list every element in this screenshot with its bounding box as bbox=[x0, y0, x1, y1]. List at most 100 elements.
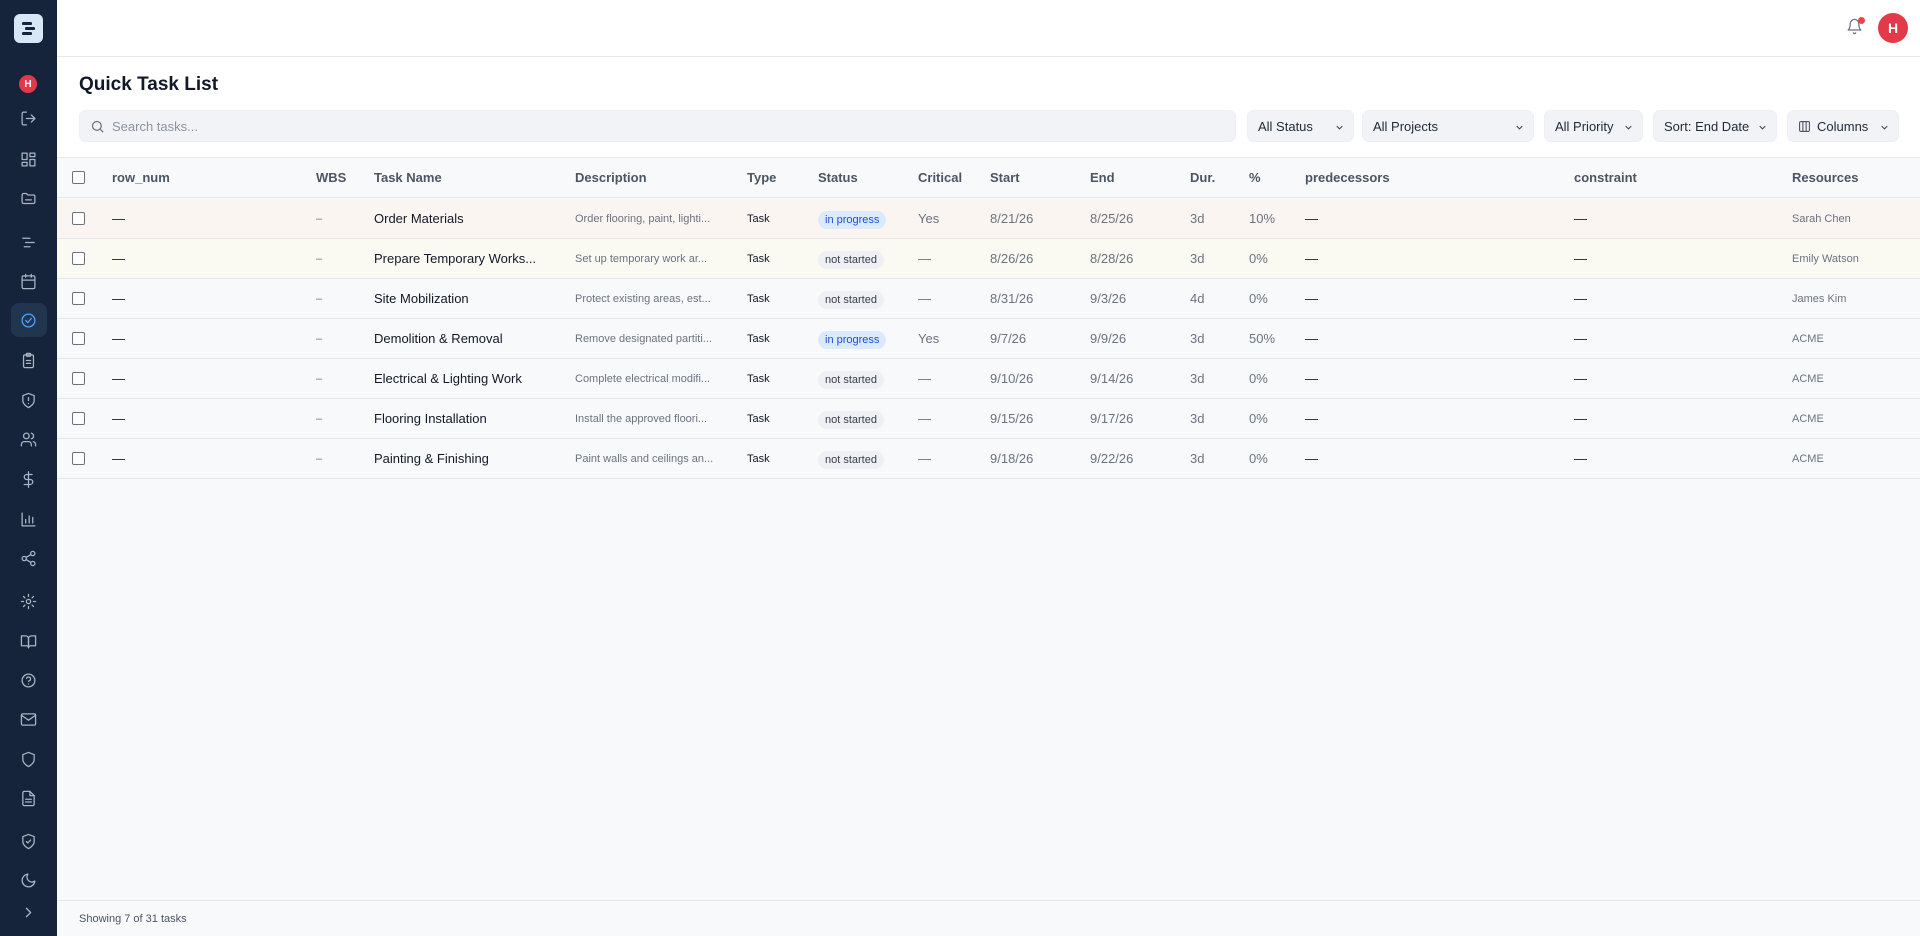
status-badge: in progress bbox=[818, 210, 887, 229]
chevron-right-icon[interactable] bbox=[17, 901, 39, 923]
share-icon[interactable] bbox=[17, 547, 39, 569]
shield-outline-icon[interactable] bbox=[17, 748, 39, 770]
column-header-row-num[interactable]: row_num bbox=[112, 158, 170, 198]
row-checkbox[interactable] bbox=[72, 452, 85, 465]
shield-icon[interactable] bbox=[17, 389, 39, 411]
column-header-task-name[interactable]: Task Name bbox=[374, 158, 442, 198]
sidebar: H bbox=[0, 0, 57, 936]
cell-status[interactable]: in progress bbox=[818, 319, 913, 359]
calendar-icon[interactable] bbox=[17, 270, 39, 292]
cell-status[interactable]: not started bbox=[818, 439, 913, 479]
users-icon[interactable] bbox=[17, 428, 39, 450]
cell-description: Install the approved floori... bbox=[575, 413, 708, 425]
column-header-predecessors[interactable]: predecessors bbox=[1305, 158, 1390, 198]
row-checkbox[interactable] bbox=[72, 252, 85, 265]
columns-button[interactable]: Columns bbox=[1787, 110, 1899, 142]
cell-task-name[interactable]: Site Mobilization bbox=[374, 279, 564, 319]
row-checkbox[interactable] bbox=[72, 332, 85, 345]
tasks-icon[interactable] bbox=[17, 309, 39, 331]
column-header-type[interactable]: Type bbox=[747, 158, 776, 198]
table-row[interactable]: — – Electrical & Lighting Work Complete … bbox=[57, 359, 1920, 399]
column-header-duration[interactable]: Dur. bbox=[1190, 158, 1215, 198]
cell-description: Complete electrical modifi... bbox=[575, 373, 711, 385]
table-row[interactable]: — – Flooring Installation Install the ap… bbox=[57, 399, 1920, 439]
projects-filter-dropdown[interactable]: All Projects bbox=[1362, 110, 1534, 142]
app-logo[interactable] bbox=[14, 14, 43, 43]
cell-duration: 3d bbox=[1190, 451, 1205, 466]
table-row[interactable]: — – Painting & Finishing Paint walls and… bbox=[57, 439, 1920, 479]
status-filter-dropdown[interactable]: All Status bbox=[1247, 110, 1354, 142]
moon-icon[interactable] bbox=[17, 869, 39, 891]
sidebar-avatar[interactable]: H bbox=[19, 75, 37, 93]
table-row[interactable]: — – Demolition & Removal Remove designat… bbox=[57, 319, 1920, 359]
cell-task-name[interactable]: Painting & Finishing bbox=[374, 439, 564, 479]
user-avatar[interactable]: H bbox=[1878, 13, 1908, 43]
book-icon[interactable] bbox=[17, 630, 39, 652]
row-checkbox[interactable] bbox=[72, 412, 85, 425]
cell-wbs: – bbox=[316, 333, 323, 345]
priority-filter-dropdown[interactable]: All Priority bbox=[1544, 110, 1643, 142]
cell-description: Set up temporary work ar... bbox=[575, 253, 708, 265]
cell-critical: — bbox=[918, 451, 931, 466]
priority-filter-label: All Priority bbox=[1555, 118, 1614, 134]
document-icon[interactable] bbox=[17, 787, 39, 809]
dollar-icon[interactable] bbox=[17, 468, 39, 490]
cell-status[interactable]: not started bbox=[818, 239, 913, 279]
row-checkbox[interactable] bbox=[72, 292, 85, 305]
cell-description: Order flooring, paint, lighti... bbox=[575, 213, 711, 225]
clipboard-icon[interactable] bbox=[17, 349, 39, 371]
column-header-percent[interactable]: % bbox=[1249, 158, 1261, 198]
folder-icon[interactable] bbox=[17, 187, 39, 209]
column-header-wbs[interactable]: WBS bbox=[316, 158, 346, 198]
chevron-down-icon bbox=[1879, 121, 1890, 132]
cell-percent: 0% bbox=[1249, 291, 1268, 306]
bar-chart-icon[interactable] bbox=[17, 508, 39, 530]
table-row[interactable]: — – Prepare Temporary Works... Set up te… bbox=[57, 239, 1920, 279]
select-all-checkbox[interactable] bbox=[72, 171, 85, 184]
cell-task-name[interactable]: Prepare Temporary Works... bbox=[374, 239, 564, 279]
cell-wbs: – bbox=[316, 253, 323, 265]
cell-percent: 10% bbox=[1249, 211, 1276, 226]
notification-bell-icon[interactable] bbox=[1846, 17, 1866, 38]
dashboard-icon[interactable] bbox=[17, 148, 39, 170]
column-header-status[interactable]: Status bbox=[818, 158, 858, 198]
cell-task-name[interactable]: Flooring Installation bbox=[374, 399, 564, 439]
cell-status[interactable]: not started bbox=[818, 279, 913, 319]
table-row[interactable]: — – Order Materials Order flooring, pain… bbox=[57, 199, 1920, 239]
task-count-summary: Showing 7 of 31 tasks bbox=[79, 913, 187, 925]
cell-percent: 50% bbox=[1249, 331, 1276, 346]
row-checkbox[interactable] bbox=[72, 212, 85, 225]
gantt-icon[interactable] bbox=[17, 231, 39, 253]
cell-row-num: — bbox=[112, 371, 125, 386]
top-bar: H bbox=[57, 0, 1920, 57]
column-header-critical[interactable]: Critical bbox=[918, 158, 962, 198]
cell-status[interactable]: in progress bbox=[818, 199, 913, 239]
chevron-down-icon bbox=[1623, 121, 1634, 132]
search-input[interactable] bbox=[112, 111, 1222, 141]
sidebar-active-item[interactable] bbox=[11, 303, 47, 337]
cell-critical: Yes bbox=[918, 331, 940, 346]
shield-check-icon[interactable] bbox=[17, 830, 39, 852]
cell-wbs: – bbox=[316, 213, 323, 225]
cell-status[interactable]: not started bbox=[818, 399, 913, 439]
cell-constraint: — bbox=[1574, 371, 1587, 386]
column-header-constraint[interactable]: constraint bbox=[1574, 158, 1637, 198]
cell-start: 9/18/26 bbox=[990, 451, 1034, 466]
cell-task-name[interactable]: Order Materials bbox=[374, 199, 564, 239]
cell-task-name[interactable]: Electrical & Lighting Work bbox=[374, 359, 564, 399]
logout-icon[interactable] bbox=[17, 107, 39, 129]
column-header-end[interactable]: End bbox=[1090, 158, 1115, 198]
search-box[interactable] bbox=[79, 110, 1236, 142]
settings-icon[interactable] bbox=[17, 590, 39, 612]
sort-dropdown[interactable]: Sort: End Date bbox=[1653, 110, 1777, 142]
column-header-description[interactable]: Description bbox=[575, 158, 647, 198]
cell-predecessors: — bbox=[1305, 451, 1318, 466]
column-header-start[interactable]: Start bbox=[990, 158, 1020, 198]
help-icon[interactable] bbox=[17, 669, 39, 691]
row-checkbox[interactable] bbox=[72, 372, 85, 385]
table-row[interactable]: — – Site Mobilization Protect existing a… bbox=[57, 279, 1920, 319]
cell-task-name[interactable]: Demolition & Removal bbox=[374, 319, 564, 359]
column-header-resources[interactable]: Resources bbox=[1792, 158, 1858, 198]
cell-status[interactable]: not started bbox=[818, 359, 913, 399]
mail-icon[interactable] bbox=[17, 708, 39, 730]
